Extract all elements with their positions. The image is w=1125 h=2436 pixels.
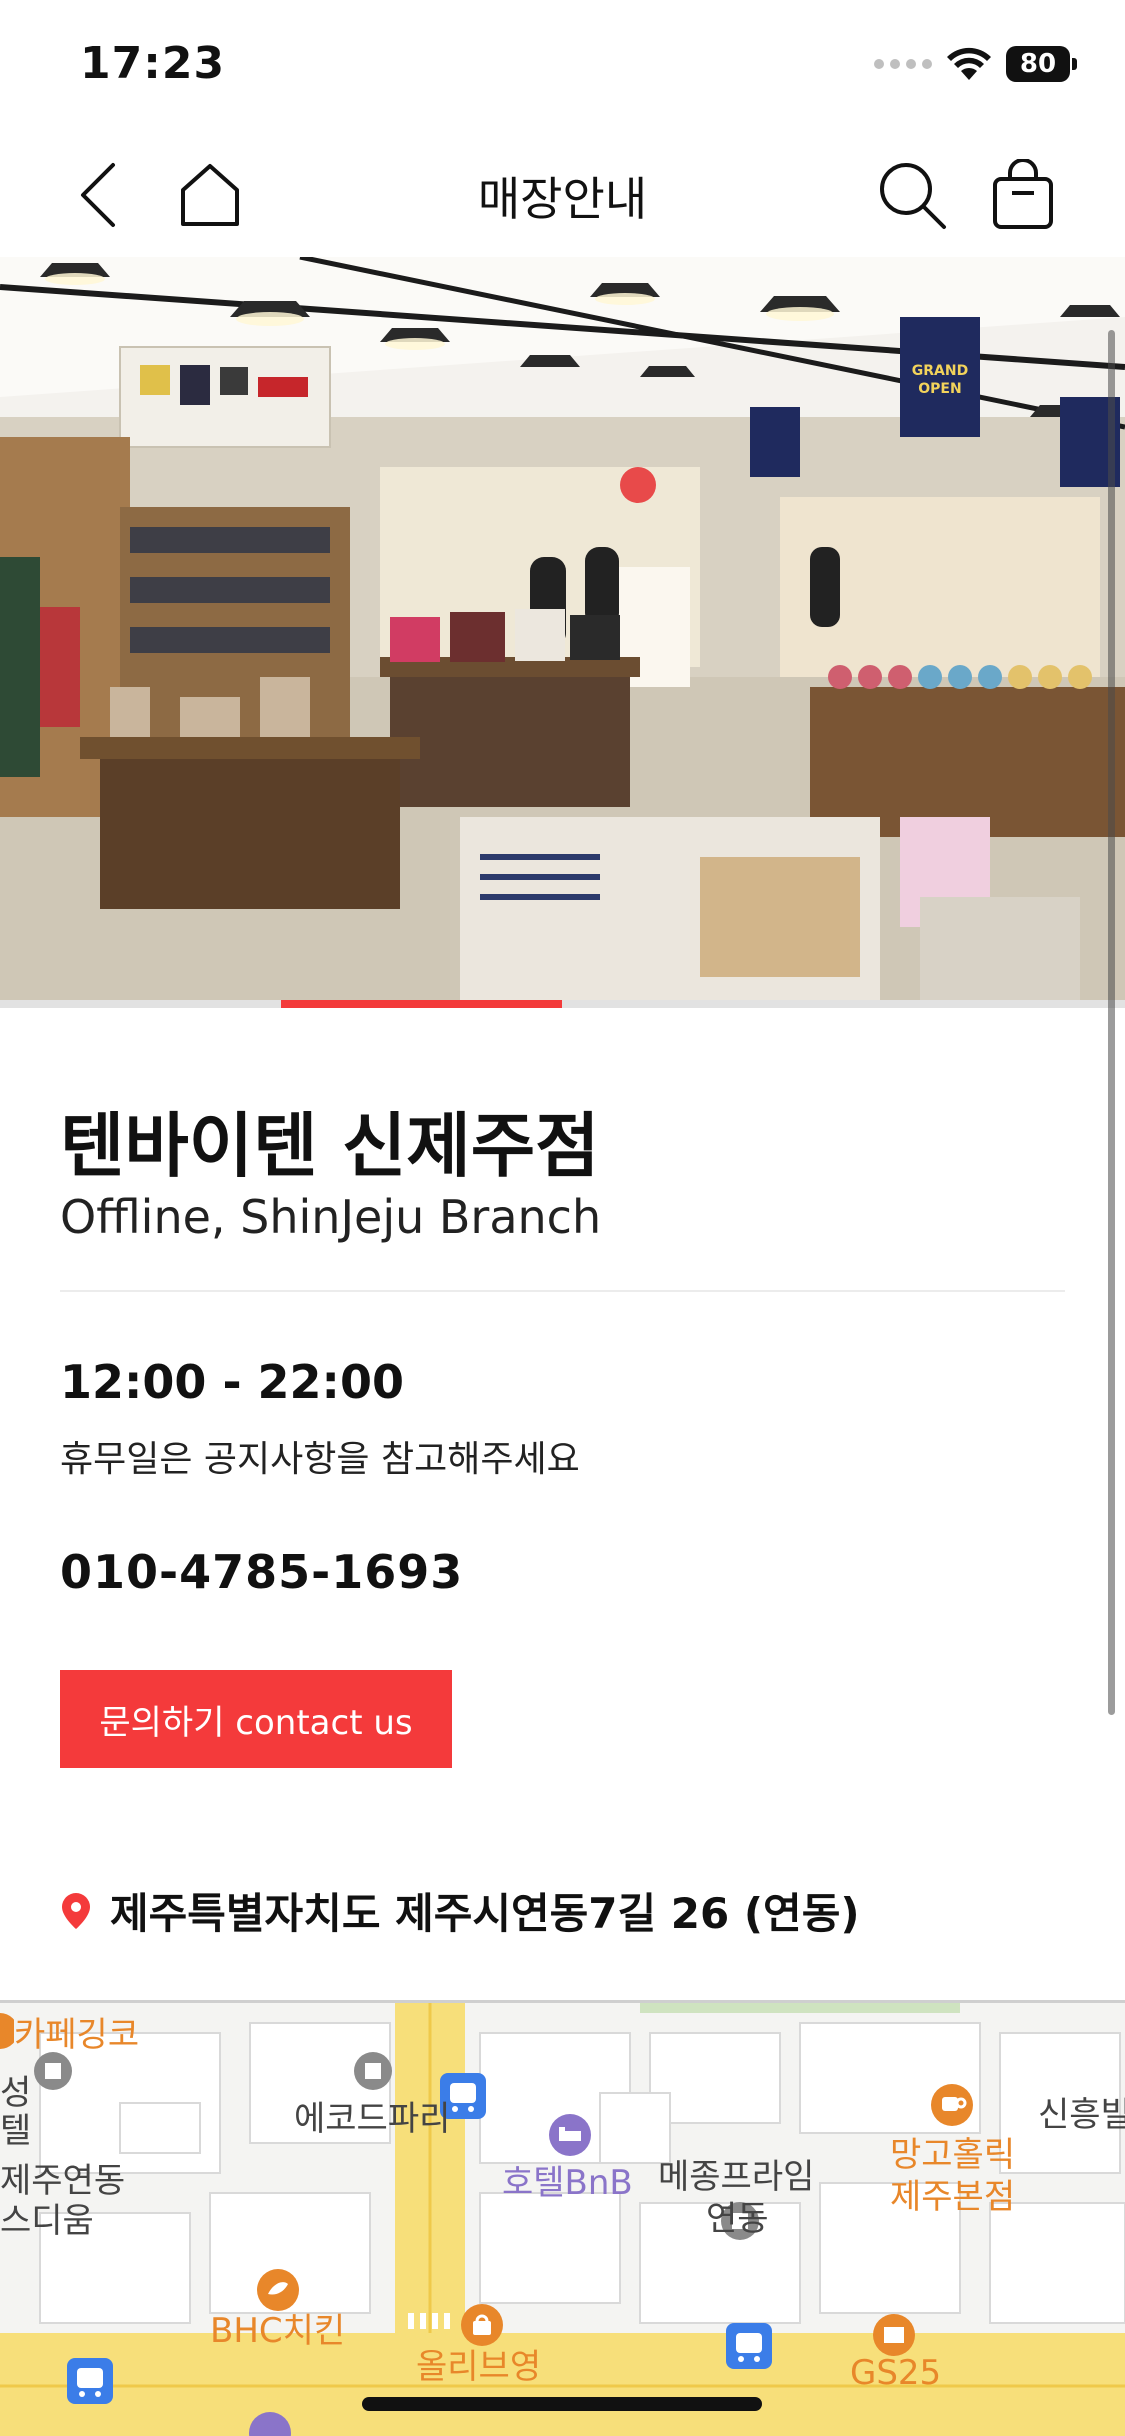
divider [60, 1290, 1065, 1292]
map-label-yeondong: 연동 [706, 2199, 769, 2239]
battery-icon: 80 [1006, 46, 1077, 82]
map-label-bhc: BHC치킨 [210, 2311, 346, 2351]
map-label-hotel: 호텔BnB [502, 2163, 633, 2203]
shopping-bag-icon[interactable] [983, 155, 1063, 235]
store-phone[interactable]: 010-4785-1693 [60, 1545, 463, 1599]
status-bar: 17:23 80 [0, 0, 1125, 135]
map-label-olive: 올리브영 [416, 2347, 542, 2387]
map-label-mango-2: 제주본점 [890, 2177, 1016, 2217]
home-indicator [362, 2397, 762, 2411]
page-title: 매장안내 [477, 172, 648, 226]
store-map[interactable]: 카페깅코 에코드파리 호텔BnB 메종프라임 연동 망고홀릭 제주본점 신흥빌 … [0, 2000, 1125, 2436]
map-label-stadium: 스디움 [0, 2201, 94, 2241]
location-pin-icon [62, 1892, 90, 1929]
wifi-icon [947, 47, 991, 80]
store-photo[interactable]: GRAND OPEN [0, 257, 1125, 1000]
hotel-icon[interactable] [248, 2411, 292, 2436]
store-subtitle: Offline, ShinJeju Branch [60, 1190, 602, 1244]
store-hours-note: 휴무일은 공지사항을 참고해주세요 [60, 1439, 580, 1480]
battery-level: 80 [1006, 46, 1070, 82]
carousel-progress-indicator [281, 1000, 562, 1008]
store-address: 제주특별자치도 제주시연동7길 26 (연동) [60, 1880, 860, 1941]
status-icons: 80 [874, 46, 1077, 82]
store-name: 텐바이텐 신제주점 [60, 1105, 600, 1187]
store-interior-image: GRAND OPEN [0, 257, 1125, 1000]
building-poi-icon[interactable] [33, 2051, 73, 2091]
map-label-gs25: GS25 [850, 2353, 942, 2393]
contact-button[interactable]: 문의하기 contact us [60, 1670, 452, 1768]
map-canvas [0, 2003, 1125, 2436]
map-label-ecode: 에코드파리 [294, 2099, 451, 2139]
convenience-store-icon[interactable] [872, 2313, 916, 2357]
cellular-signal-icon [874, 59, 932, 69]
search-icon[interactable] [872, 155, 952, 235]
building-poi-icon[interactable] [353, 2051, 393, 2091]
bus-stop-icon[interactable] [724, 2321, 774, 2371]
status-time: 17:23 [80, 38, 226, 89]
carousel-progress-track [0, 1000, 1125, 1008]
nav-bar: 매장안내 [0, 135, 1125, 257]
hotel-icon[interactable] [548, 2113, 592, 2157]
svg-text:GRAND: GRAND [912, 363, 968, 379]
map-label-sinheung: 신흥빌 [1038, 2095, 1125, 2135]
map-label-cafe: 카페깅코 [14, 2015, 140, 2055]
address-text: 제주특별자치도 제주시연동7길 26 (연동) [110, 1889, 860, 1938]
map-label-hotel-left: 텔 [0, 2111, 32, 2151]
cafe-icon[interactable] [930, 2083, 974, 2127]
svg-text:OPEN: OPEN [918, 381, 961, 397]
page-scrollbar[interactable] [1108, 330, 1115, 1715]
store-hours: 12:00 - 22:00 [60, 1355, 404, 1409]
cafe-icon[interactable] [0, 2011, 14, 2051]
bus-stop-icon[interactable] [65, 2356, 115, 2406]
